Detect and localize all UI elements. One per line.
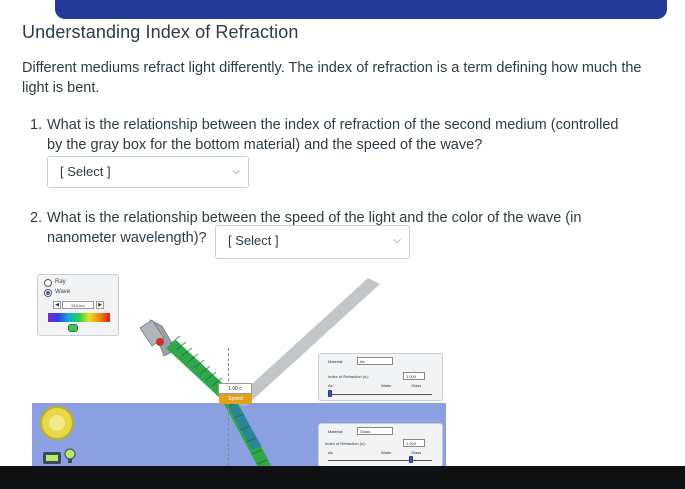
question-2-select[interactable]: [ Select ] ⌵: [215, 225, 410, 259]
top-index-label: Index of Refraction (n):: [328, 374, 369, 379]
question-1-number: 1.: [30, 117, 43, 133]
chevron-down-icon: ⌵: [232, 166, 240, 177]
bottom-index-label: Index of Refraction (n):: [325, 441, 366, 446]
bottom-material-panel: Material: Glass Index of Refraction (n):…: [318, 423, 443, 467]
bottom-index-slider[interactable]: [328, 460, 432, 461]
top-material-value: Air: [360, 359, 365, 364]
top-slider-label-water: Water: [381, 383, 392, 388]
intro-text: Different mediums refract light differen…: [22, 60, 642, 96]
chevron-down-icon: ⌵: [393, 235, 401, 246]
radio-wave[interactable]: [44, 289, 52, 297]
bottom-slider-label-glass: Glass: [411, 450, 422, 455]
question-2-text-cont: nanometer wavelength)?: [47, 230, 207, 246]
taskbar-strip: [0, 466, 685, 489]
protractor-icon[interactable]: [40, 406, 74, 440]
bottom-material-select[interactable]: Glass: [357, 427, 393, 435]
view-mode-panel: Ray Wave ◀ 510 nm ▶: [37, 274, 119, 336]
question-1-select-label: [ Select ]: [60, 164, 111, 179]
top-index-slider-knob[interactable]: [328, 390, 332, 397]
top-slider-label-glass: Glass: [411, 383, 422, 388]
top-bar-accent: [55, 0, 667, 19]
intensity-meter-icon[interactable]: [43, 452, 61, 464]
radio-wave-label: Wave: [55, 289, 71, 295]
top-bar: [0, 0, 685, 20]
wavelength-decrease-button[interactable]: ◀: [53, 301, 61, 309]
top-slider-label-air: Air: [328, 383, 333, 388]
wavelength-value: 510 nm: [62, 301, 94, 309]
radio-ray-label: Ray: [55, 279, 66, 285]
bottom-material-value: Glass: [360, 429, 371, 434]
normal-line: [228, 348, 229, 466]
question-2-select-label: [ Select ]: [228, 233, 279, 248]
wavelength-spectrum-slider[interactable]: [48, 313, 110, 322]
speed-label: Speed: [219, 394, 252, 404]
top-material-select[interactable]: Air: [357, 357, 393, 365]
bulb-icon[interactable]: [64, 448, 76, 465]
speed-value: 1.00 c: [218, 383, 252, 394]
bottom-index-value: 1.500: [403, 439, 425, 447]
question-1-select[interactable]: [ Select ] ⌵: [47, 156, 249, 188]
top-index-slider[interactable]: [328, 394, 432, 395]
top-material-panel: Material: Air Index of Refraction (n): 1…: [318, 353, 443, 401]
page-title: Understanding Index of Refraction: [22, 22, 299, 42]
bottom-material-label: Material:: [328, 429, 344, 434]
wavelength-slider-knob[interactable]: [68, 324, 78, 332]
question-1-text: What is the relationship between the ind…: [47, 117, 619, 153]
question-2-number: 2.: [30, 210, 43, 226]
top-index-value: 1.000: [403, 372, 425, 380]
top-material-label: Material:: [328, 359, 344, 364]
radio-ray[interactable]: [44, 279, 52, 287]
bottom-slider-label-water: Water: [381, 450, 392, 455]
bending-light-simulation[interactable]: Ray Wave ◀ 510 nm ▶ Material: Air Index …: [0, 266, 685, 467]
wavelength-increase-button[interactable]: ▶: [96, 301, 104, 309]
bottom-index-slider-knob[interactable]: [409, 456, 413, 463]
bottom-slider-label-air: Air: [328, 450, 333, 455]
